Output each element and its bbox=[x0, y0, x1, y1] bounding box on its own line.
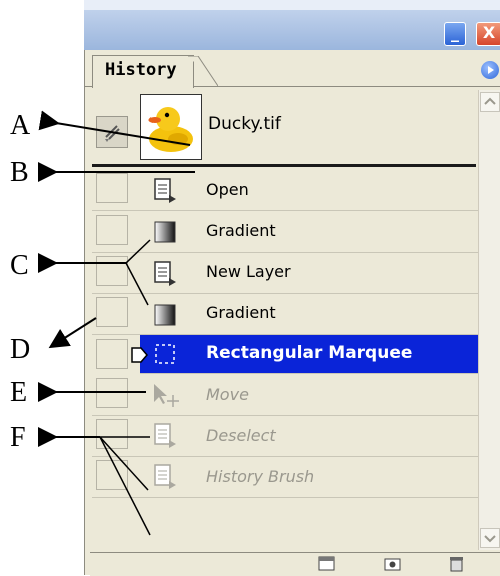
annotation-arrows bbox=[38, 110, 195, 536]
annotation-pointer-f3 bbox=[99, 436, 151, 536]
annotation-arrow-d bbox=[48, 317, 97, 349]
annotation-pointer-c1 bbox=[125, 239, 151, 264]
annotation-pointer-f2 bbox=[99, 436, 149, 491]
annotation-arrow-a bbox=[38, 110, 191, 146]
annotation-pointer-c2 bbox=[125, 262, 149, 306]
